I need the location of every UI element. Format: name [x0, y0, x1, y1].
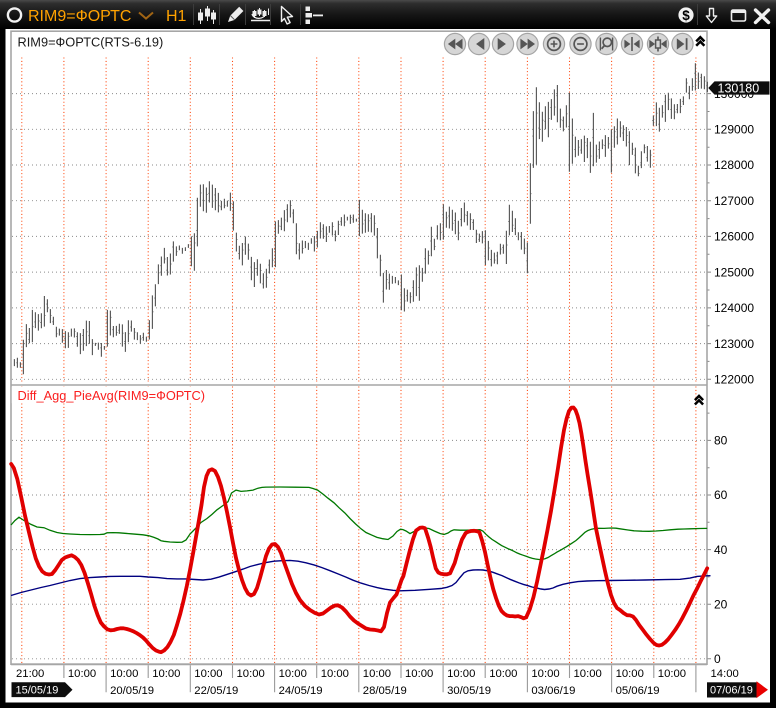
svg-text:RIM9=ФОРТС: RIM9=ФОРТС	[28, 8, 131, 25]
svg-text:22/05/19: 22/05/19	[194, 685, 238, 697]
svg-text:28/05/19: 28/05/19	[363, 685, 407, 697]
svg-text:20: 20	[714, 597, 728, 611]
svg-text:$: $	[682, 8, 690, 23]
svg-text:122000: 122000	[714, 373, 754, 387]
svg-text:10:00: 10:00	[363, 668, 391, 680]
svg-text:05/06/19: 05/06/19	[616, 685, 660, 697]
svg-text:10:00: 10:00	[68, 668, 96, 680]
svg-text:10:00: 10:00	[658, 668, 686, 680]
svg-text:10:00: 10:00	[447, 668, 475, 680]
svg-text:10:00: 10:00	[110, 668, 138, 680]
svg-text:10:00: 10:00	[194, 668, 222, 680]
svg-text:15/05/19: 15/05/19	[16, 685, 59, 697]
svg-text:124000: 124000	[714, 301, 754, 315]
svg-text:40: 40	[714, 543, 728, 557]
svg-text:126000: 126000	[714, 230, 754, 244]
svg-text:127000: 127000	[714, 194, 754, 208]
svg-text:24/05/19: 24/05/19	[279, 685, 323, 697]
svg-text:30/05/19: 30/05/19	[447, 685, 491, 697]
svg-text:10:00: 10:00	[489, 668, 517, 680]
svg-text:10:00: 10:00	[237, 668, 265, 680]
svg-text:125000: 125000	[714, 265, 754, 279]
svg-text:128000: 128000	[714, 158, 754, 172]
svg-text:07/06/19: 07/06/19	[710, 685, 753, 697]
svg-text:03/06/19: 03/06/19	[531, 685, 575, 697]
svg-text:RIM9=ФОРТС(RTS-6.19): RIM9=ФОРТС(RTS-6.19)	[18, 35, 164, 50]
svg-text:130180: 130180	[718, 82, 760, 96]
svg-text:0: 0	[714, 652, 721, 666]
svg-text:21:00: 21:00	[16, 668, 44, 680]
svg-text:H1: H1	[166, 8, 187, 25]
svg-text:10:00: 10:00	[321, 668, 349, 680]
svg-text:10:00: 10:00	[152, 668, 180, 680]
svg-text:80: 80	[714, 434, 728, 448]
svg-text:10:00: 10:00	[405, 668, 433, 680]
svg-text:129000: 129000	[714, 123, 754, 137]
svg-text:Diff_Agg_PieAvg(RIM9=ФОРТС): Diff_Agg_PieAvg(RIM9=ФОРТС)	[18, 388, 206, 403]
svg-text:10:00: 10:00	[531, 668, 559, 680]
svg-text:10:00: 10:00	[279, 668, 307, 680]
svg-text:60: 60	[714, 488, 728, 502]
svg-text:14:00: 14:00	[711, 668, 739, 680]
svg-text:10:00: 10:00	[616, 668, 644, 680]
svg-text:20/05/19: 20/05/19	[110, 685, 154, 697]
svg-text:123000: 123000	[714, 337, 754, 351]
svg-text:10:00: 10:00	[574, 668, 602, 680]
